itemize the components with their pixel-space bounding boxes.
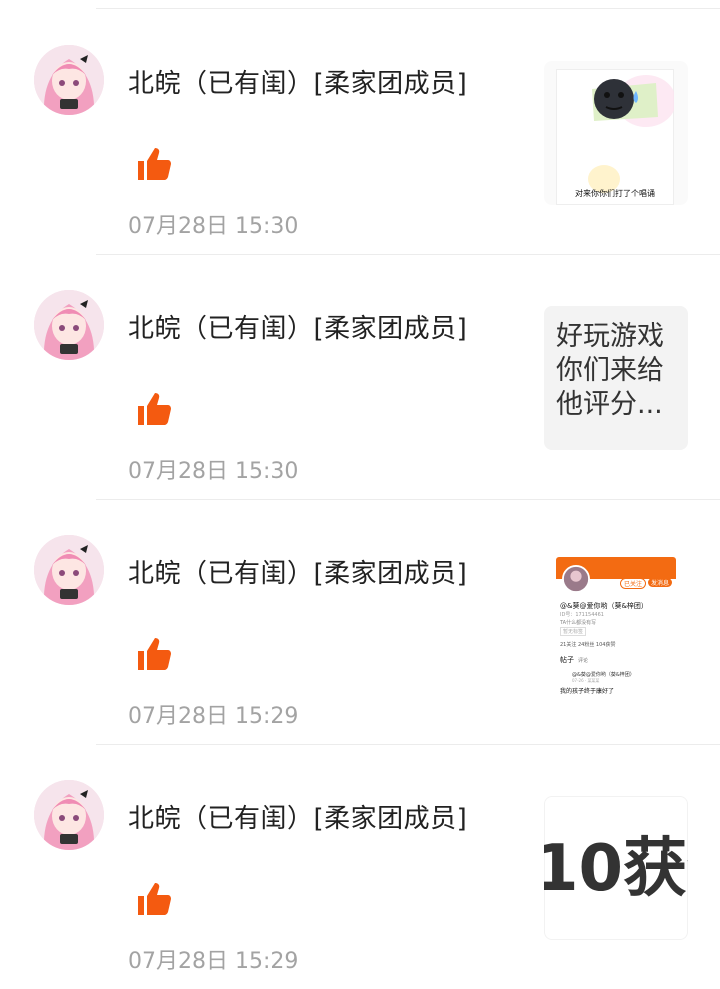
avatar-anime-girl-icon [34,290,104,360]
avatar-anime-girl-icon [34,535,104,605]
post-text: 我的孩子终于康好了 [560,688,615,695]
avatar-anime-girl-icon [34,780,104,850]
list-item[interactable]: 北皖（已有闺）[柔家团成员] 07月28日 15:30 对来你你们打了个唱诵 [0,9,720,254]
profile-id: ID号：171154461 [560,612,604,618]
list-item[interactable]: 北皖（已有闺）[柔家团成员] 07月28日 15:30 好玩游戏你们来给他评分.… [0,254,720,499]
thumbnail-caption: 对来你你们打了个唱诵 [575,189,655,198]
profile-tag: 暂无标签 [560,627,587,636]
avatar[interactable] [34,780,104,850]
avatar[interactable] [34,535,104,605]
profile-username: @&葵@爱你哟（葵&梓团） [560,602,648,610]
thumbnail-text-content: 好玩游戏你们来给他评分... [556,321,664,420]
profile-avatar-icon [562,565,590,593]
list-item[interactable]: 北皖（已有闺）[柔家团成员] 07月28日 15:29 10获赞 [0,744,720,989]
chat-label: 发消息 [648,578,673,587]
thumbnail-profile-screenshot[interactable]: 已关注 发消息 @&葵@爱你哟（葵&梓团） ID号：171154461 TA什么… [544,551,688,695]
post-meta: 07-26 · 某某某 [572,678,600,683]
avatar-anime-girl-icon [34,45,104,115]
tab-comments: 评论 [578,658,589,664]
thumbnail-text[interactable]: 好玩游戏你们来给他评分... [544,306,688,450]
thumbs-up-icon[interactable] [136,881,172,917]
timestamp: 07月28日 15:30 [128,214,299,239]
avatar[interactable] [34,45,104,115]
follow-label: 已关注 [620,578,647,589]
user-name[interactable]: 北皖（已有闺）[柔家团成员] [128,63,467,100]
user-name[interactable]: 北皖（已有闺）[柔家团成员] [128,308,467,345]
thumbnail-frame: 对来你你们打了个唱诵 [556,69,676,205]
thumbs-up-icon[interactable] [136,636,172,672]
thumbnail-big-text: 10获赞 [544,832,688,906]
profile-desc: TA什么都没有写 [560,620,597,626]
list-item[interactable]: 北皖（已有闺）[柔家团成员] 07月28日 15:29 已关注 发消息 @&葵@… [0,499,720,744]
thumbnail-partial-text[interactable]: 10获赞 [544,796,688,940]
thumbnail-image[interactable]: 对来你你们打了个唱诵 [544,61,688,205]
avatar[interactable] [34,290,104,360]
timestamp: 07月28日 15:30 [128,459,299,484]
tab-posts: 帖子 [560,656,574,664]
timestamp: 07月28日 15:29 [128,949,299,974]
thumbs-up-icon[interactable] [136,146,172,182]
thumbs-up-icon[interactable] [136,391,172,427]
profile-stats: 21关注 24粉丝 104获赞 [560,642,616,648]
dark-moon-emoji-icon [588,75,676,193]
user-name[interactable]: 北皖（已有闺）[柔家团成员] [128,798,467,835]
post-user: @&葵@爱你哟（葵&梓团） [572,672,635,678]
timestamp: 07月28日 15:29 [128,704,299,729]
user-name[interactable]: 北皖（已有闺）[柔家团成员] [128,553,467,590]
